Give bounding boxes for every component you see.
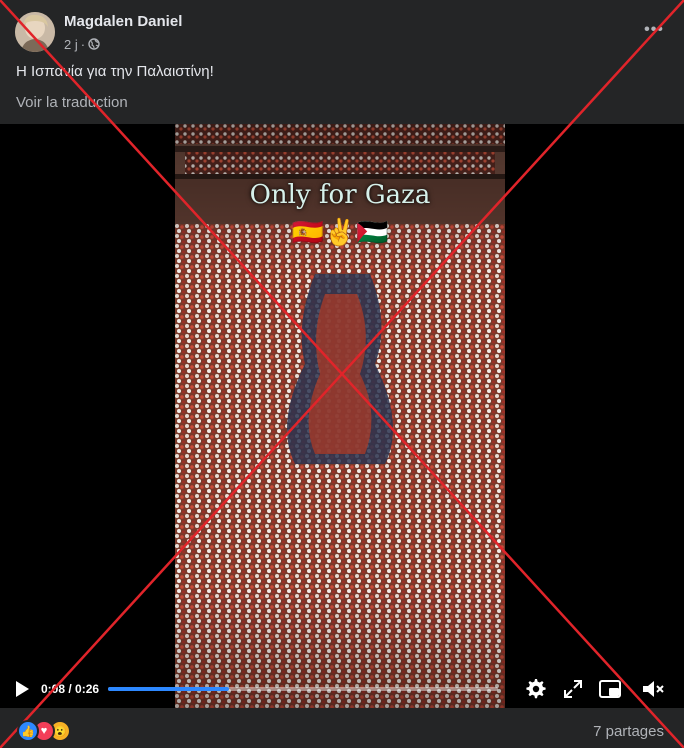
post-meta: 2 j · — [64, 36, 100, 52]
reaction-summary[interactable]: 👍 ♥ 😮 — [17, 720, 77, 742]
see-translation-link[interactable]: Voir la traduction — [16, 94, 128, 111]
play-icon[interactable] — [12, 678, 32, 700]
author-name[interactable]: Magdalen Daniel — [64, 13, 182, 30]
picture-in-picture-icon[interactable] — [597, 676, 623, 702]
meta-separator: · — [80, 36, 86, 52]
video-controls: 0:08 / 0:26 — [0, 672, 684, 708]
more-horizontal-icon: ••• — [644, 21, 664, 38]
post-message: Η Ισπανία για την Παλαιστίνη! — [16, 63, 214, 80]
post-header: Magdalen Daniel 2 j · ••• — [0, 0, 684, 60]
facebook-post: Magdalen Daniel 2 j · ••• Η Ισπανία για … — [0, 0, 684, 748]
video-time: 0:08 / 0:26 — [41, 682, 100, 696]
like-icon: 👍 — [17, 720, 39, 742]
video-overlay-title: Only for Gaza — [249, 180, 431, 210]
shares-count[interactable]: 7 partages — [593, 723, 664, 740]
more-options-button[interactable]: ••• — [642, 18, 666, 42]
post-footer: 👍 ♥ 😮 7 partages — [0, 708, 684, 748]
video-progress-fill — [108, 687, 229, 691]
video-player[interactable]: Only for Gaza 🇪🇸✌️🇵🇸 0:08 / 0:26 — [0, 124, 684, 708]
video-frame[interactable]: Only for Gaza 🇪🇸✌️🇵🇸 — [175, 124, 505, 708]
crowd-video-image — [175, 124, 505, 708]
settings-icon[interactable] — [522, 676, 548, 702]
avatar-photo — [15, 12, 55, 52]
post-time[interactable]: 2 j — [64, 37, 78, 52]
video-overlay-emojis: 🇪🇸✌️🇵🇸 — [291, 217, 389, 247]
globe-icon — [88, 38, 100, 50]
fullscreen-icon[interactable] — [560, 676, 586, 702]
author-avatar[interactable] — [15, 12, 55, 52]
volume-muted-icon[interactable] — [640, 676, 666, 702]
video-progress-bar[interactable] — [108, 687, 498, 691]
